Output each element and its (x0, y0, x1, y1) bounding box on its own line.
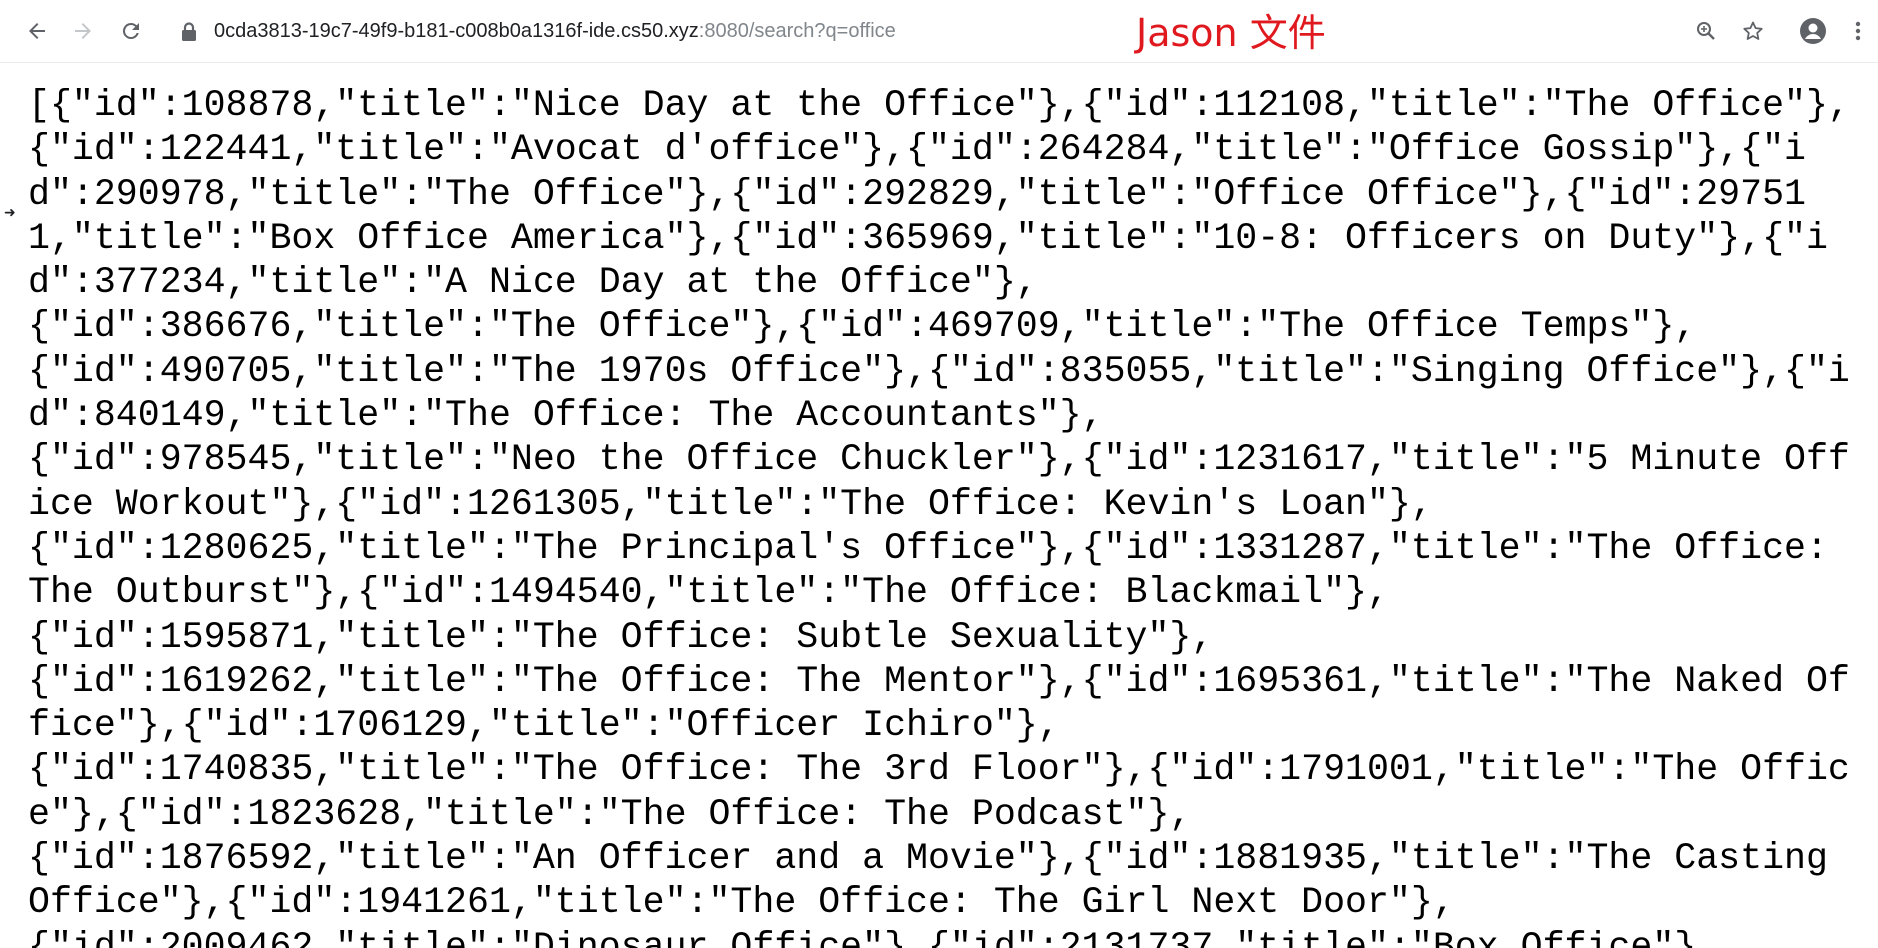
overlay-caption: Jason 文件 (1136, 11, 1326, 55)
zoom-icon (1697, 22, 1715, 40)
lock-icon[interactable] (180, 22, 198, 42)
url-path: :8080/search?q=office (698, 20, 896, 42)
page-content: ➜ [{"id":108878,"title":"Nice Day at the… (0, 63, 1878, 948)
account-icon (1800, 18, 1826, 44)
profile-button[interactable] (1794, 12, 1832, 50)
menu-button[interactable] (1844, 12, 1872, 50)
bookmark-button[interactable] (1734, 12, 1772, 50)
forward-button[interactable] (64, 12, 102, 50)
address-bar[interactable]: 0cda3813-19c7-49f9-b181-c008b0a1316f-ide… (214, 18, 896, 44)
reload-icon (122, 22, 139, 39)
more-vert-icon (1855, 21, 1861, 41)
url-host: 0cda3813-19c7-49f9-b181-c008b0a1316f-ide… (214, 20, 699, 42)
reload-button[interactable] (112, 12, 150, 50)
back-button[interactable] (18, 12, 56, 50)
json-response-text: [{"id":108878,"title":"Nice Day at the O… (28, 85, 1850, 948)
star-icon (1743, 21, 1763, 40)
line-marker-icon: ➜ (4, 205, 16, 221)
forward-arrow-icon (75, 23, 91, 39)
zoom-button[interactable] (1687, 12, 1725, 50)
back-arrow-icon (29, 23, 45, 39)
browser-toolbar: 0cda3813-19c7-49f9-b181-c008b0a1316f-ide… (0, 0, 1878, 63)
